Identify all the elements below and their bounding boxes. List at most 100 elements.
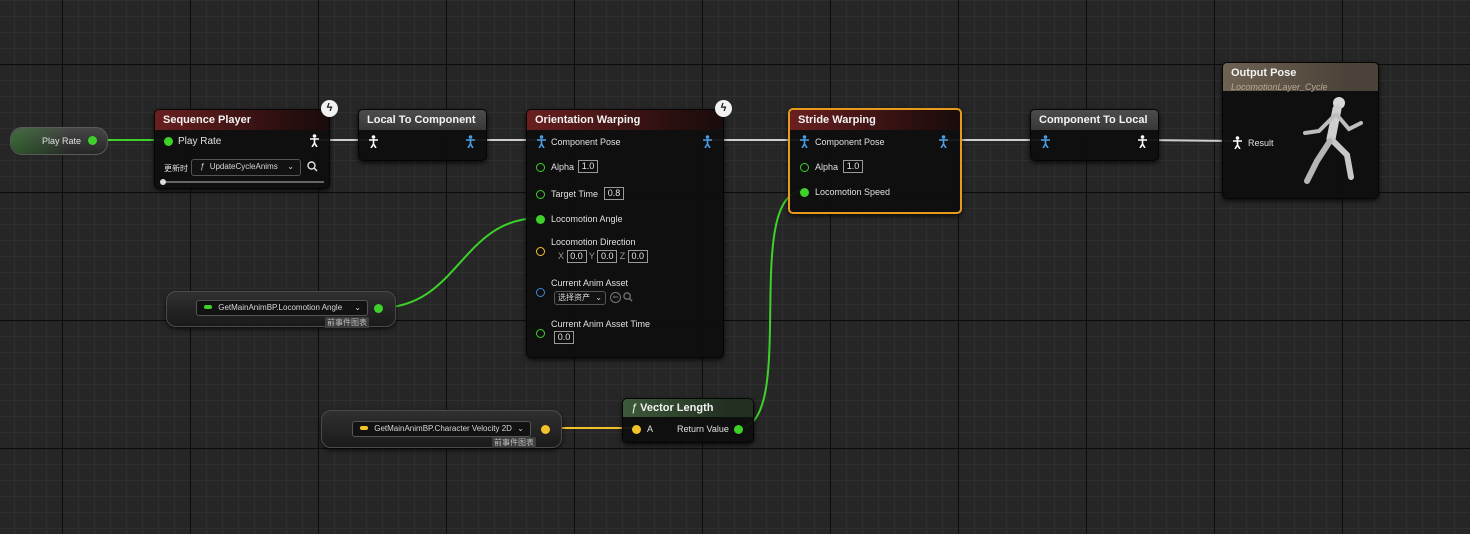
current-anim-asset-time-label: Current Anim Asset Time	[551, 319, 651, 329]
alpha-field-wrap: 1.0	[843, 160, 863, 173]
result-pose-icon[interactable]	[1232, 136, 1243, 149]
velocity-getter-label: GetMainAnimBP.Character Velocity 2D	[374, 424, 512, 433]
lightning-icon: ϟ	[715, 100, 732, 117]
target-time-field-wrap: 0.8	[604, 187, 624, 200]
component-pose-input-icon[interactable]	[536, 135, 547, 148]
velocity-output-pin[interactable]	[541, 425, 550, 434]
result-label: Result	[1248, 138, 1274, 148]
locomotion-angle-getter-label: GetMainAnimBP.Locomotion Angle	[218, 303, 343, 312]
dir-x-label: X	[558, 251, 565, 261]
asset-time-input[interactable]: 0.0	[554, 331, 574, 344]
lightning-icon: ϟ	[321, 100, 338, 117]
play-rate-variable-label: Play Rate	[42, 136, 82, 146]
current-anim-asset-time-pin[interactable]	[536, 329, 545, 338]
target-time-label: Target Time	[551, 189, 599, 199]
play-rate-output-pin[interactable]	[88, 136, 97, 145]
vector-a-pin[interactable]	[632, 425, 641, 434]
local-to-component-node[interactable]: Local To Component	[358, 109, 487, 161]
component-pose-output-icon[interactable]	[702, 135, 713, 148]
locomotion-angle-getter-tag: 前事件图表	[325, 317, 369, 328]
alpha-pin[interactable]	[800, 163, 809, 172]
orientation-warping-node[interactable]: Orientation Warping Component Pose Alpha…	[526, 109, 724, 358]
locomotion-angle-getter-node[interactable]: GetMainAnimBP.Locomotion Angle ⌄ 前事件图表	[166, 291, 396, 328]
vector-type-icon	[360, 426, 368, 430]
dir-z-label: Z	[619, 251, 626, 261]
update-function-name: UpdateCycleAnims	[209, 162, 278, 171]
return-value-label: Return Value	[677, 424, 729, 434]
pose-input-icon[interactable]	[368, 135, 379, 148]
locomotion-speed-pin[interactable]	[800, 188, 809, 197]
component-to-local-title: Component To Local	[1031, 110, 1158, 130]
pose-output-icon[interactable]	[1137, 135, 1148, 148]
locomotion-angle-pin[interactable]	[536, 215, 545, 224]
vector-length-header: ƒ Vector Length	[623, 399, 753, 417]
search-icon[interactable]	[307, 161, 318, 172]
current-anim-asset-label: Current Anim Asset	[551, 278, 629, 288]
play-rate-input-pin[interactable]	[164, 137, 173, 146]
use-asset-icon[interactable]: ⇐	[610, 292, 621, 303]
stride-warping-node[interactable]: Stride Warping Component Pose Alpha 1.0 …	[788, 108, 962, 214]
wire-locomotion-speed	[737, 190, 805, 429]
dir-y-input[interactable]: 0.0	[597, 250, 618, 263]
sequence-player-node[interactable]: Sequence Player Play Rate 更新时 ƒ UpdateCy…	[154, 109, 330, 189]
output-pose-title: Output Pose	[1231, 67, 1297, 79]
component-pose-label: Component Pose	[551, 137, 621, 147]
dropdown-icon: ⌄	[595, 293, 602, 302]
output-pose-node[interactable]: Output Pose LocomotionLayer_Cycle Result	[1222, 62, 1379, 199]
locomotion-angle-getter-dropdown[interactable]: GetMainAnimBP.Locomotion Angle ⌄	[196, 300, 368, 316]
select-asset-label: 选择资产	[558, 293, 590, 302]
slider-handle[interactable]	[160, 179, 166, 185]
pose-input-icon[interactable]	[1040, 135, 1051, 148]
function-icon: ƒ	[631, 402, 638, 414]
component-pose-label: Component Pose	[815, 137, 885, 147]
alpha-label: Alpha	[551, 162, 575, 172]
mannequin-icon	[1303, 97, 1363, 184]
alpha-label: Alpha	[815, 162, 839, 172]
select-asset-dropdown[interactable]: 选择资产 ⌄	[554, 291, 606, 305]
locomotion-speed-label: Locomotion Speed	[815, 187, 891, 197]
orientation-warping-title: Orientation Warping	[527, 110, 723, 130]
current-anim-asset-pin[interactable]	[536, 288, 545, 297]
update-label: 更新时	[164, 164, 188, 173]
locomotion-direction-pin[interactable]	[536, 247, 545, 256]
velocity-getter-dropdown[interactable]: GetMainAnimBP.Character Velocity 2D ⌄	[352, 421, 531, 437]
update-function-dropdown[interactable]: ƒ UpdateCycleAnims ⌄	[191, 159, 301, 176]
component-pose-output-icon[interactable]	[938, 135, 949, 148]
velocity-getter-node[interactable]: GetMainAnimBP.Character Velocity 2D ⌄ 前事…	[321, 410, 562, 448]
alpha-input[interactable]: 1.0	[578, 160, 598, 173]
locomotion-angle-label: Locomotion Angle	[551, 214, 623, 224]
direction-fields: X 0.0 Y 0.0 Z 0.0	[558, 250, 648, 263]
component-to-local-node[interactable]: Component To Local	[1030, 109, 1159, 161]
sequence-player-title: Sequence Player	[155, 110, 329, 130]
browse-search-icon[interactable]	[623, 292, 633, 302]
play-rate-variable-node[interactable]: Play Rate	[10, 127, 108, 155]
dropdown-icon: ⌄	[517, 424, 524, 433]
return-value-pin[interactable]	[734, 425, 743, 434]
play-position-slider[interactable]	[160, 179, 324, 185]
dropdown-icon: ⌄	[287, 162, 294, 171]
vector-a-label: A	[647, 424, 654, 434]
dropdown-icon: ⌄	[354, 303, 361, 312]
locomotion-direction-label: Locomotion Direction	[551, 237, 636, 247]
stride-warping-title: Stride Warping	[790, 110, 960, 130]
target-time-pin[interactable]	[536, 190, 545, 199]
component-pose-input-icon[interactable]	[799, 135, 810, 148]
wire-locomotion-angle	[377, 217, 541, 309]
float-type-icon	[204, 305, 212, 309]
velocity-getter-tag: 前事件图表	[492, 437, 536, 448]
play-rate-pin-label: Play Rate	[178, 136, 222, 147]
vector-length-title: Vector Length	[640, 402, 714, 414]
dir-z-input[interactable]: 0.0	[627, 250, 648, 263]
locomotion-angle-output-pin[interactable]	[374, 304, 383, 313]
alpha-input[interactable]: 1.0	[843, 160, 863, 173]
target-time-input[interactable]: 0.8	[604, 187, 624, 200]
pose-output-icon[interactable]	[465, 135, 476, 148]
local-to-component-title: Local To Component	[359, 110, 486, 130]
dir-x-input[interactable]: 0.0	[566, 250, 587, 263]
asset-time-field-wrap: 0.0	[554, 331, 574, 344]
alpha-pin[interactable]	[536, 163, 545, 172]
pose-icon[interactable]	[309, 134, 320, 147]
vector-length-node[interactable]: ƒ Vector Length A Return Value	[622, 398, 754, 443]
alpha-field-wrap: 1.0	[578, 160, 598, 173]
output-pose-header: Output Pose LocomotionLayer_Cycle	[1223, 63, 1378, 92]
